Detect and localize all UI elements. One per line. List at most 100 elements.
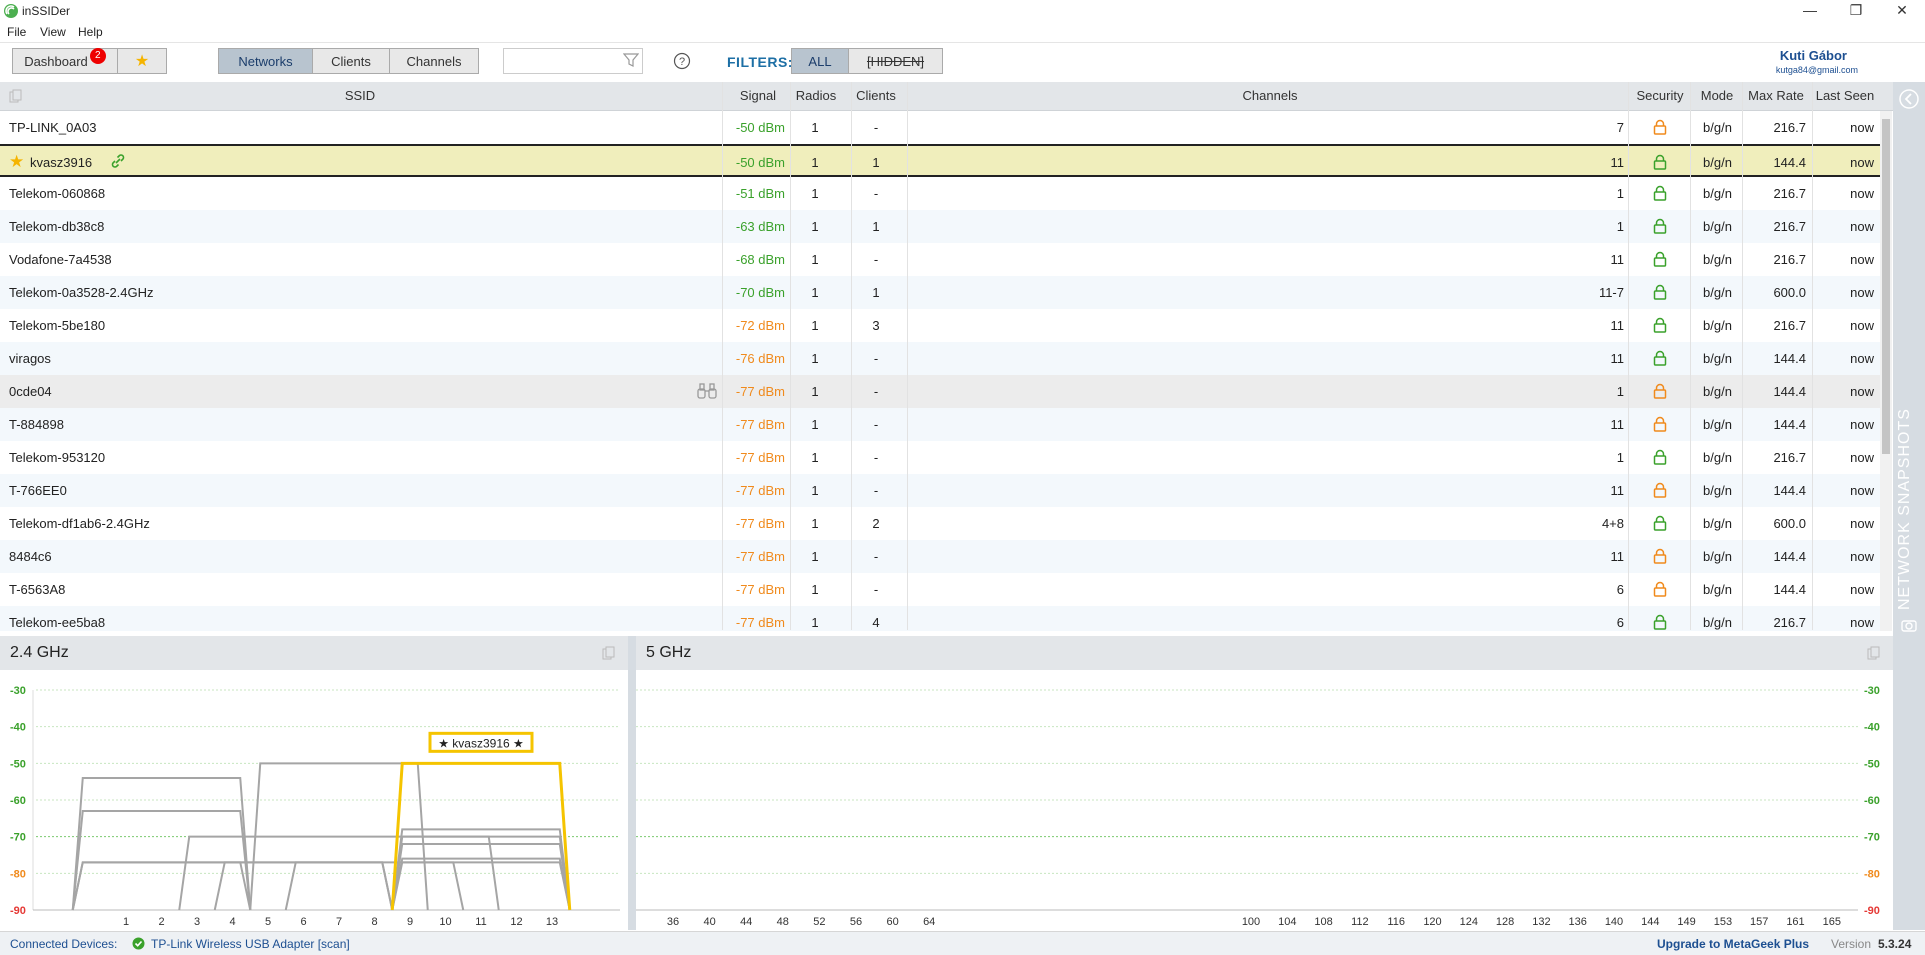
table-row[interactable]: Vodafone-7a4538 -68 dBm 1 - 11 b/g/n 216.7 now	[0, 243, 1880, 276]
column-last-seen[interactable]: Last Seen	[1812, 88, 1878, 103]
tab-clients[interactable]: Clients	[312, 48, 390, 74]
binoculars-icon[interactable]	[697, 383, 717, 399]
help-icon[interactable]: ?	[673, 52, 691, 70]
max-rate-cell: 144.4	[1773, 549, 1806, 564]
ssid-cell: Telekom-5be180	[9, 318, 106, 333]
copy-icon[interactable]	[602, 646, 616, 660]
x-tick-label: 161	[1786, 916, 1804, 928]
tab-channels[interactable]: Channels	[389, 48, 479, 74]
table-row[interactable]: T-6563A8 -77 dBm 1 - 6 b/g/n 144.4 now	[0, 573, 1880, 606]
favorites-button[interactable]: ★	[117, 48, 167, 74]
filter-icon[interactable]	[623, 52, 639, 68]
table-row[interactable]: Telekom-ee5ba8 -77 dBm 1 4 6 b/g/n 216.7 now	[0, 606, 1880, 631]
chevron-left-icon[interactable]	[1898, 88, 1920, 110]
copy-icon[interactable]	[9, 89, 23, 103]
search-input[interactable]	[503, 48, 643, 74]
app-title: inSSIDer	[22, 4, 71, 18]
y-tick-label: -90	[1864, 905, 1880, 917]
x-tick-label: 9	[407, 916, 413, 928]
menu-help[interactable]: Help	[78, 25, 103, 39]
last-seen-cell: now	[1850, 120, 1874, 135]
ssid-cell: Telekom-060868	[9, 186, 106, 201]
adapter-link[interactable]: TP-Link Wireless USB Adapter [scan]	[151, 937, 350, 951]
radios-cell: 1	[811, 549, 819, 564]
x-tick-label: 153	[1714, 916, 1732, 928]
upgrade-link[interactable]: Upgrade to MetaGeek Plus	[1657, 937, 1809, 951]
chart-5ghz-panel: 5 GHz -30 -40 -50 -60 -70 -80 -90 36 40 44 48 52 56 6…	[636, 636, 1893, 930]
menu-file[interactable]: File	[7, 25, 26, 39]
radios-cell: 1	[811, 120, 819, 135]
lock-icon	[1652, 154, 1668, 173]
signal-cell: -77 dBm	[735, 417, 785, 432]
max-rate-cell: 216.7	[1773, 318, 1806, 333]
column-mode[interactable]: Mode	[1693, 88, 1741, 103]
table-scrollbar[interactable]	[1880, 111, 1892, 631]
menu-view[interactable]: View	[40, 25, 66, 39]
chart-2-4ghz-panel: 2.4 GHz -30 -40 -50 -60 -70 -80 -90 1 2 3 4 5 6 7 8 9 10…	[0, 636, 628, 930]
clients-cell: -	[873, 120, 879, 135]
column-clients[interactable]: Clients	[851, 88, 901, 103]
lock-icon	[1652, 317, 1668, 336]
favorite-star-icon[interactable]: ★	[9, 152, 24, 172]
table-row[interactable]: Telekom-df1ab6-2.4GHz -77 dBm 1 2 4+8 b/g/n 60…	[0, 507, 1880, 540]
clients-cell: -	[873, 582, 879, 597]
column-channels[interactable]: Channels	[1220, 88, 1320, 103]
y-tick-label: -40	[10, 722, 26, 734]
radios-cell: 1	[811, 219, 819, 234]
signal-cell: -68 dBm	[735, 252, 785, 267]
table-row[interactable]: Telekom-953120 -77 dBm 1 - 1 b/g/n 216.7 now	[0, 441, 1880, 474]
tab-networks[interactable]: Networks	[218, 48, 313, 74]
table-row[interactable]: Telekom-0a3528-2.4GHz -70 dBm 1 1 11-7 b/g/n 6…	[0, 276, 1880, 309]
scrollbar-thumb[interactable]	[1882, 119, 1890, 454]
mode-cell: b/g/n	[1703, 318, 1732, 333]
user-name[interactable]: Kuti Gábor	[1780, 48, 1847, 63]
ssid-cell: 0cde04	[9, 384, 52, 399]
camera-icon	[1901, 620, 1917, 632]
panel-splitter[interactable]	[628, 636, 636, 930]
column-security[interactable]: Security	[1630, 88, 1690, 103]
table-row[interactable]: ★ kvasz3916 -50 dBm 1 1 11 b/g/n 144.4 now	[0, 144, 1880, 177]
table-row[interactable]: 0cde04 -77 dBm 1 - 1 b/g/n 144.4 now	[0, 375, 1880, 408]
mode-cell: b/g/n	[1703, 417, 1732, 432]
clients-cell: -	[873, 483, 879, 498]
signal-cell: -72 dBm	[735, 318, 785, 333]
svg-text:?: ?	[679, 56, 685, 68]
network-curve	[71, 810, 252, 911]
copy-icon[interactable]	[1867, 646, 1881, 660]
max-rate-cell: 216.7	[1773, 252, 1806, 267]
table-row[interactable]: TP-LINK_0A03 -50 dBm 1 - 7 b/g/n 216.7 now	[0, 111, 1880, 144]
table-row[interactable]: viragos -76 dBm 1 - 11 b/g/n 144.4 now	[0, 342, 1880, 375]
column-max-rate[interactable]: Max Rate	[1742, 88, 1810, 103]
dashboard-button[interactable]: Dashboard 2	[12, 48, 118, 74]
y-tick-label: -70	[1864, 832, 1880, 844]
ssid-cell: Telekom-953120	[9, 450, 106, 465]
clients-cell: 1	[872, 219, 880, 234]
table-row[interactable]: Telekom-db38c8 -63 dBm 1 1 1 b/g/n 216.7 now	[0, 210, 1880, 243]
mode-cell: b/g/n	[1703, 516, 1732, 531]
close-button[interactable]: ✕	[1879, 0, 1925, 22]
lock-icon	[1652, 383, 1668, 402]
version-label: Version	[1831, 937, 1872, 951]
mode-cell: b/g/n	[1703, 450, 1732, 465]
ssid-cell: kvasz3916	[30, 155, 93, 170]
table-row[interactable]: T-766EE0 -77 dBm 1 - 11 b/g/n 144.4 now	[0, 474, 1880, 507]
radios-cell: 1	[811, 483, 819, 498]
chart-2-4ghz-title: 2.4 GHz	[10, 644, 69, 661]
table-row[interactable]: 8484c6 -77 dBm 1 - 11 b/g/n 144.4 now	[0, 540, 1880, 573]
table-row[interactable]: Telekom-5be180 -72 dBm 1 3 11 b/g/n 216.7 now	[0, 309, 1880, 342]
signal-cell: -70 dBm	[735, 285, 785, 300]
radios-cell: 1	[811, 516, 819, 531]
column-radios[interactable]: Radios	[790, 88, 842, 103]
column-ssid[interactable]: SSID	[330, 88, 390, 103]
column-signal[interactable]: Signal	[730, 88, 786, 103]
maximize-button[interactable]: ❐	[1833, 0, 1879, 22]
table-row[interactable]: T-884898 -77 dBm 1 - 11 b/g/n 144.4 now	[0, 408, 1880, 441]
radios-cell: 1	[811, 450, 819, 465]
max-rate-cell: 216.7	[1773, 450, 1806, 465]
minimize-button[interactable]: —	[1787, 0, 1833, 22]
ssid-cell: Telekom-df1ab6-2.4GHz	[9, 516, 150, 531]
max-rate-cell: 216.7	[1773, 186, 1806, 201]
filter-all-button[interactable]: ALL	[791, 48, 849, 74]
table-row[interactable]: Telekom-060868 -51 dBm 1 - 1 b/g/n 216.7 now	[0, 177, 1880, 210]
filter-hidden-button[interactable]: [HIDDEN]	[848, 48, 943, 74]
